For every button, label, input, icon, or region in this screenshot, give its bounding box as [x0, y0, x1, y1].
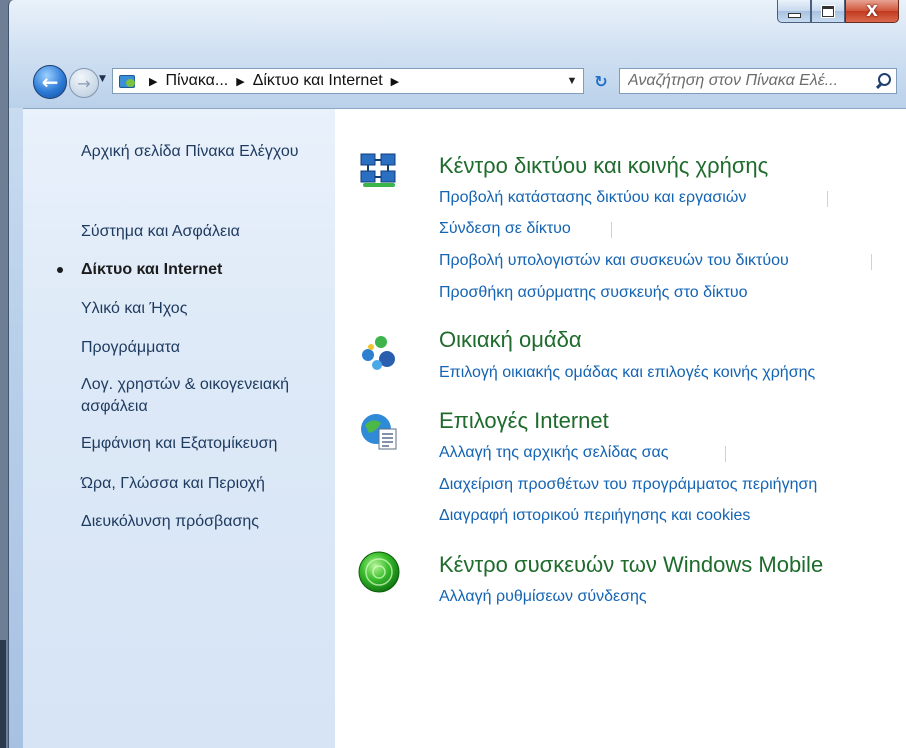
category-title-homegroup[interactable]: Οικιακή ομάδα	[439, 327, 582, 353]
control-panel-icon	[119, 73, 137, 89]
link-separator	[725, 446, 726, 462]
category-title-internet-options[interactable]: Επιλογές Internet	[439, 408, 609, 434]
category-title-windows-mobile-device-center[interactable]: Κέντρο συσκευών των Windows Mobile	[439, 552, 823, 578]
minimize-button[interactable]	[777, 0, 811, 23]
internet-options-icon	[361, 414, 397, 450]
refresh-button[interactable]: ↻	[587, 68, 615, 94]
sidebar-item-control-panel-home[interactable]: Αρχική σελίδα Πίνακα Ελέγχου	[81, 141, 331, 163]
content-area: Αρχική σελίδα Πίνακα Ελέγχου Σύστημα και…	[23, 108, 906, 748]
breadcrumb-network-internet[interactable]: Δίκτυο και Internet	[253, 72, 383, 90]
maximize-button[interactable]	[811, 0, 845, 23]
sidebar-item-system-security[interactable]: Σύστημα και Ασφάλεια	[81, 221, 331, 243]
link-connect-to-network[interactable]: Σύνδεση σε δίκτυο	[439, 220, 571, 238]
forward-arrow-icon: →	[77, 73, 91, 93]
back-arrow-icon: ←	[41, 70, 59, 94]
sidebar-item-programs[interactable]: Προγράμματα	[81, 337, 331, 359]
back-button[interactable]: ←	[33, 65, 67, 99]
link-change-connection-settings[interactable]: Αλλαγή ρυθμίσεων σύνδεσης	[439, 588, 647, 606]
link-change-home-page[interactable]: Αλλαγή της αρχικής σελίδας σας	[439, 444, 668, 462]
link-manage-browser-addons[interactable]: Διαχείριση προσθέτων του προγράμματος πε…	[439, 476, 817, 494]
main-pane: Κέντρο δικτύου και κοινής χρήσης Προβολή…	[335, 109, 906, 748]
sidebar-item-user-accounts[interactable]: Λογ. χρηστών & οικογενειακή ασφάλεια	[81, 374, 331, 418]
recent-pages-button[interactable]: ▼	[99, 74, 106, 84]
network-sharing-center-icon	[360, 153, 396, 187]
breadcrumb-control-panel[interactable]: Πίνακα...	[165, 72, 228, 90]
minimize-icon	[787, 12, 801, 18]
link-choose-homegroup-options[interactable]: Επιλογή οικιακής ομάδας και επιλογές κοι…	[439, 364, 815, 382]
current-item-bullet	[57, 267, 63, 273]
window-edge	[0, 640, 6, 748]
link-separator	[871, 254, 872, 270]
forward-button[interactable]: →	[69, 68, 99, 98]
sidebar-item-appearance[interactable]: Εμφάνιση και Εξατομίκευση	[81, 433, 331, 455]
link-view-network-status[interactable]: Προβολή κατάστασης δικτύου και εργασιών	[439, 189, 746, 207]
sidebar-item-network-internet: Δίκτυο και Internet	[57, 259, 331, 281]
link-separator	[611, 222, 612, 238]
search-input[interactable]	[620, 71, 874, 91]
breadcrumb-separator-icon[interactable]: ▶	[236, 75, 244, 88]
sidebar-item-hardware-sound[interactable]: Υλικό και Ήχος	[81, 298, 331, 320]
link-delete-browsing-history[interactable]: Διαγραφή ιστορικού περιήγησης και cookie…	[439, 507, 750, 525]
link-view-network-computers[interactable]: Προβολή υπολογιστών και συσκευών του δικ…	[439, 252, 789, 270]
link-separator	[827, 191, 828, 207]
search-box[interactable]	[619, 68, 897, 94]
sidebar: Αρχική σελίδα Πίνακα Ελέγχου Σύστημα και…	[23, 109, 335, 748]
search-icon[interactable]	[874, 70, 896, 92]
close-button[interactable]: X	[845, 0, 899, 23]
address-bar[interactable]: ▶ Πίνακα... ▶ Δίκτυο και Internet ▶ ▼	[112, 68, 584, 94]
category-title-network-sharing-center[interactable]: Κέντρο δικτύου και κοινής χρήσης	[439, 153, 768, 179]
maximize-icon	[822, 5, 834, 17]
homegroup-icon	[362, 336, 395, 370]
chevron-down-icon: ▼	[99, 74, 106, 84]
windows-mobile-device-center-icon	[358, 551, 400, 593]
sidebar-item-clock-language-region[interactable]: Ώρα, Γλώσσα και Περιοχή	[81, 473, 331, 495]
close-icon: X	[866, 2, 878, 20]
address-dropdown-icon[interactable]: ▼	[561, 75, 583, 87]
sidebar-item-ease-of-access[interactable]: Διευκόλυνση πρόσβασης	[81, 511, 331, 533]
refresh-icon: ↻	[594, 71, 608, 91]
caption-buttons: X	[777, 0, 899, 23]
control-panel-window: X ← → ▼ ▶ Πίνακα... ▶ Δίκτυο και Interne…	[8, 0, 906, 748]
breadcrumb-separator-icon[interactable]: ▶	[391, 75, 399, 88]
breadcrumb-separator-icon[interactable]: ▶	[149, 75, 157, 88]
link-add-wireless-device[interactable]: Προσθήκη ασύρματης συσκευής στο δίκτυο	[439, 284, 748, 302]
